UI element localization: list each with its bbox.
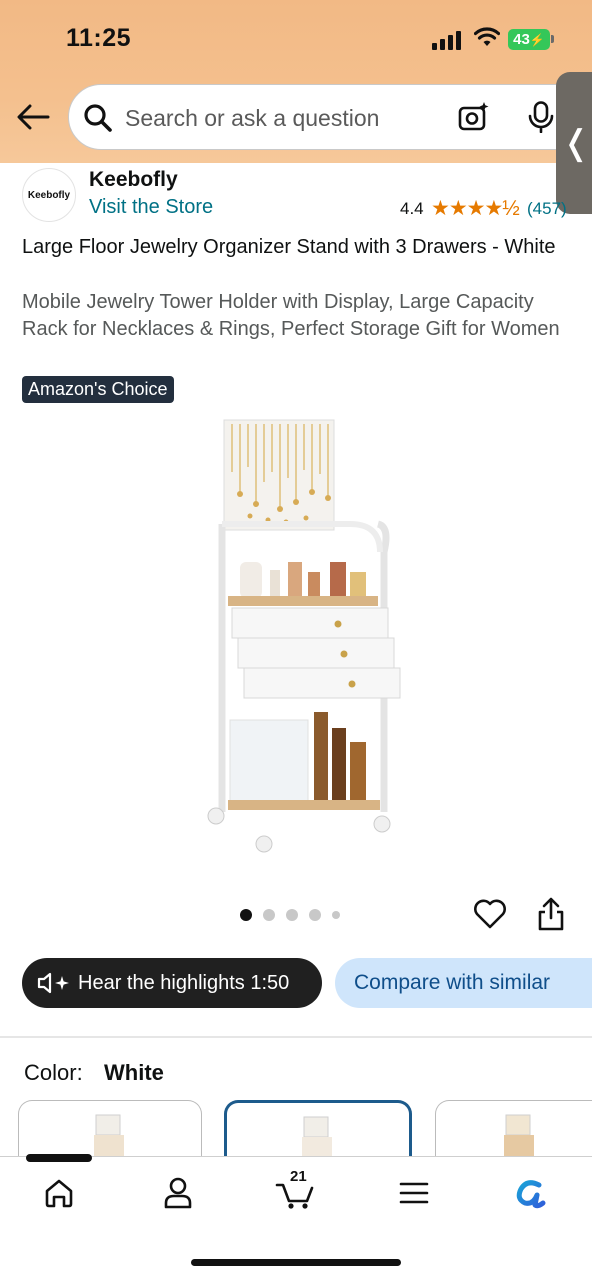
- brand-logo-text: Keebofly: [27, 189, 71, 201]
- home-indicator[interactable]: [191, 1259, 401, 1266]
- carousel-dot[interactable]: [286, 909, 298, 921]
- product-page: 11:25 43 ⚡ Search or ask a question ❬ Ke…: [0, 0, 592, 1280]
- chevron-left-icon: ❬: [561, 124, 591, 162]
- swatch-scroll-indicator: [26, 1154, 92, 1162]
- battery-tip: [551, 35, 554, 43]
- carousel-dot[interactable]: [240, 909, 252, 921]
- status-time: 11:25: [66, 24, 132, 52]
- menu-icon: [399, 1182, 429, 1204]
- star-rating-icon[interactable]: ★★★★½: [431, 196, 520, 221]
- nav-rufus[interactable]: [511, 1173, 551, 1213]
- account-icon: [164, 1177, 192, 1209]
- product-subtitle: Mobile Jewelry Tower Holder with Display…: [22, 291, 560, 340]
- home-icon: [45, 1179, 73, 1208]
- color-label: Color:: [24, 1060, 83, 1085]
- carousel-dot[interactable]: [332, 911, 340, 919]
- cart-count-badge: 21: [290, 1168, 307, 1185]
- brand-logo[interactable]: Keebofly: [22, 168, 76, 222]
- search-placeholder[interactable]: Search or ask a question: [125, 105, 379, 132]
- nav-menu[interactable]: [394, 1173, 434, 1213]
- product-image[interactable]: [180, 412, 420, 862]
- microphone-icon[interactable]: [527, 101, 555, 133]
- product-title: Large Floor Jewelry Organizer Stand with…: [22, 236, 556, 258]
- search-bar[interactable]: Search or ask a question: [68, 84, 588, 150]
- header: 11:25 43 ⚡ Search or ask a question ❬: [0, 0, 592, 214]
- compare-button[interactable]: Compare with similar: [335, 958, 592, 1008]
- rating-count-link[interactable]: (457): [527, 199, 567, 219]
- section-divider: [0, 1036, 592, 1038]
- speaker-sparkle-icon: [37, 972, 69, 994]
- visit-store-link[interactable]: Visit the Store: [89, 196, 213, 219]
- nav-home[interactable]: [39, 1173, 79, 1213]
- search-icon: [84, 104, 112, 132]
- color-value: White: [104, 1060, 164, 1085]
- hear-highlights-button[interactable]: Hear the highlights 1:50: [22, 958, 322, 1008]
- back-button[interactable]: [14, 100, 52, 134]
- back-arrow-icon: [17, 104, 50, 130]
- rufus-assistant-icon: [516, 1180, 546, 1209]
- camera-search-icon[interactable]: [457, 101, 489, 133]
- cellular-signal-icon: [432, 30, 464, 50]
- hear-highlights-label: Hear the highlights 1:50: [78, 971, 290, 994]
- nav-account[interactable]: [158, 1173, 198, 1213]
- brand-name[interactable]: Keebofly: [89, 168, 178, 192]
- share-icon[interactable]: [536, 896, 566, 932]
- heart-icon[interactable]: [473, 898, 507, 930]
- battery-icon: 43 ⚡: [508, 29, 550, 50]
- wifi-icon: [474, 27, 500, 46]
- battery-level: 43: [513, 31, 530, 48]
- side-panel-tab[interactable]: ❬: [556, 72, 592, 214]
- image-carousel-dots[interactable]: [240, 908, 340, 922]
- rating-value[interactable]: 4.4: [400, 199, 424, 219]
- carousel-dot[interactable]: [309, 909, 321, 921]
- carousel-dot[interactable]: [263, 909, 275, 921]
- compare-label: Compare with similar: [354, 971, 551, 994]
- amazons-choice-badge[interactable]: Amazon's Choice: [22, 376, 174, 403]
